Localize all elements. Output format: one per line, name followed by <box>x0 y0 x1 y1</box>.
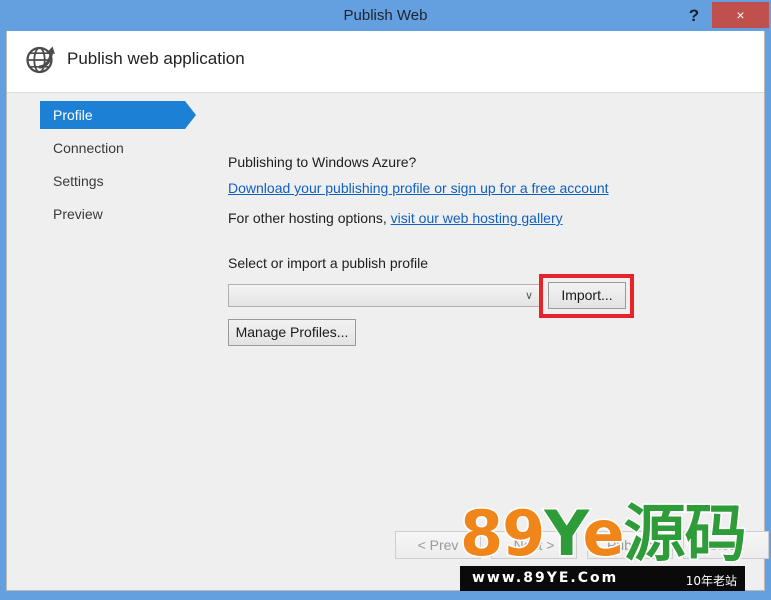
dialog-header: Publish web application <box>7 31 764 93</box>
main-content: Publishing to Windows Azure? Download yo… <box>207 93 764 590</box>
sidebar-item-connection[interactable]: Connection <box>40 134 185 162</box>
close-button[interactable]: Close <box>683 531 769 559</box>
window-title: Publish Web <box>343 7 428 24</box>
page-title: Publish web application <box>67 49 245 68</box>
sidebar-item-settings[interactable]: Settings <box>40 167 185 195</box>
sidebar-item-preview[interactable]: Preview <box>40 200 185 228</box>
azure-prompt-text: Publishing to Windows Azure? <box>228 154 417 170</box>
publish-profile-select[interactable]: ∨ <box>228 284 540 307</box>
web-hosting-gallery-link[interactable]: visit our web hosting gallery <box>391 210 563 226</box>
dialog-footer: < Prev Next > Publish Close <box>7 518 769 590</box>
next-button[interactable]: Next > <box>491 531 577 559</box>
sidebar-item-label: Preview <box>53 206 103 222</box>
hosting-options-line: For other hosting options, visit our web… <box>228 210 563 226</box>
import-button[interactable]: Import... <box>548 282 626 309</box>
help-button[interactable]: ? <box>681 0 707 31</box>
sidebar-item-profile[interactable]: Profile <box>40 101 185 129</box>
hosting-options-text: For other hosting options, <box>228 210 387 226</box>
globe-publish-icon <box>26 46 55 74</box>
sidebar-item-label: Connection <box>53 140 124 156</box>
azure-publish-profile-link[interactable]: Download your publishing profile or sign… <box>228 180 609 196</box>
manage-profiles-button[interactable]: Manage Profiles... <box>228 319 356 346</box>
publish-button[interactable]: Publish <box>587 531 673 559</box>
sidebar-item-label: Profile <box>53 107 93 123</box>
close-window-button[interactable]: × <box>712 2 769 28</box>
sidebar-item-label: Settings <box>53 173 104 189</box>
prev-button[interactable]: < Prev <box>395 531 481 559</box>
sidebar-selected-arrow-icon <box>185 101 196 129</box>
profile-section-label: Select or import a publish profile <box>228 255 428 271</box>
title-bar: Publish Web ? × <box>0 0 771 31</box>
publish-web-dialog: Publish Web ? × Publish web application … <box>0 0 771 600</box>
chevron-down-icon: ∨ <box>524 290 533 302</box>
sidebar-nav: Profile Connection Settings Preview <box>7 93 207 590</box>
dialog-body: Publish web application Profile Connecti… <box>6 31 769 591</box>
